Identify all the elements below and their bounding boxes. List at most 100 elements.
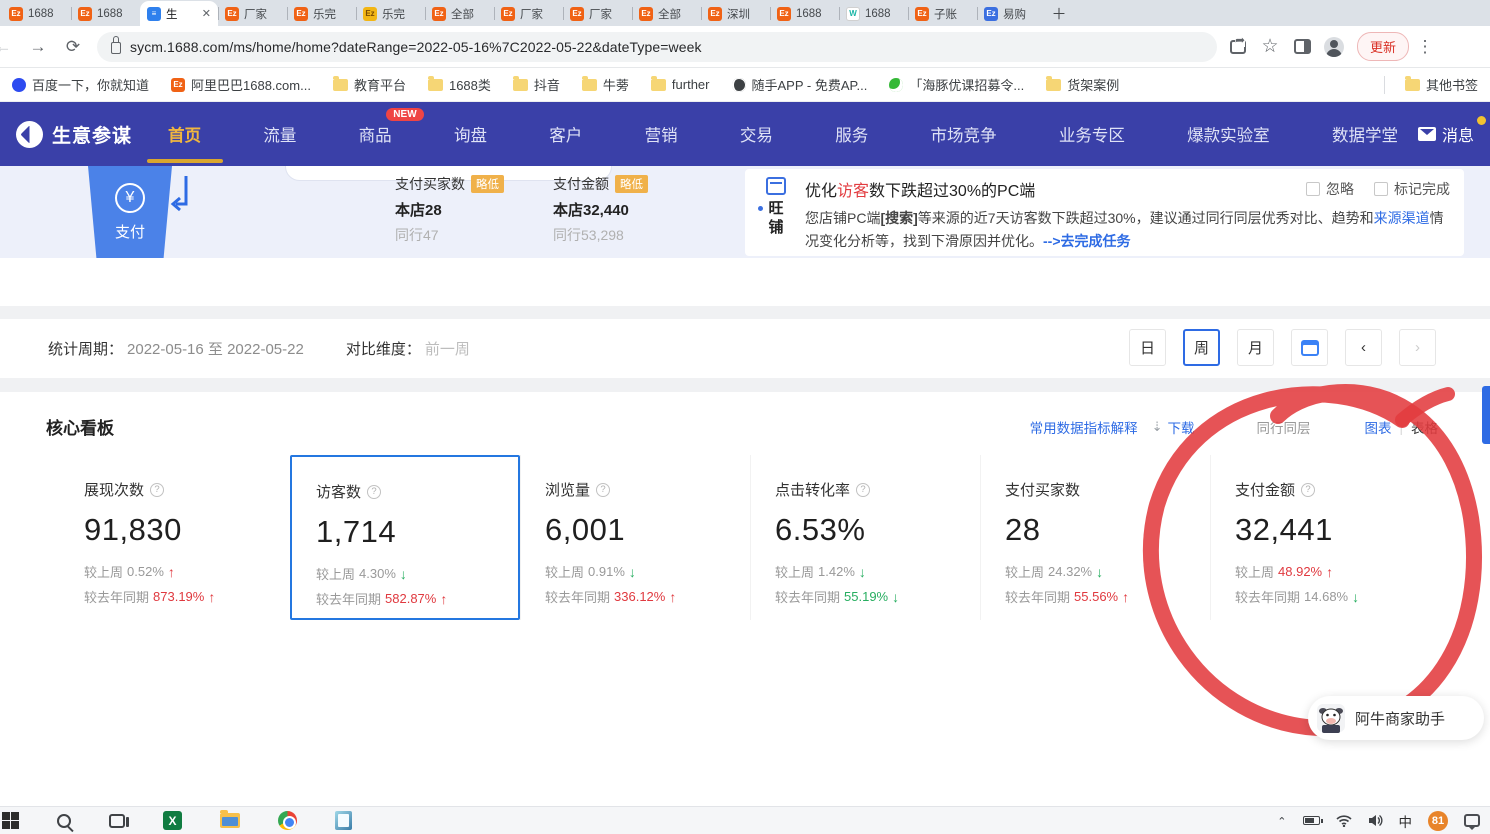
nav-item-客户[interactable]: 客户 xyxy=(547,102,584,166)
back-icon[interactable]: ← xyxy=(0,37,14,57)
nav-item-营销[interactable]: 营销 xyxy=(643,102,680,166)
kpi-card-访客数[interactable]: 访客数?1,714较上周4.30%↓较去年同期582.87%↑ xyxy=(290,455,520,620)
task-body: 您店铺PC端[搜索]等来源的近7天访客数下跌超过30%，建议通过同行同层优秀对比… xyxy=(805,207,1453,253)
browser-tab[interactable]: Ez子账 xyxy=(908,1,977,26)
help-icon[interactable]: ? xyxy=(596,483,610,497)
chart-view-toggle[interactable]: 图表 xyxy=(1364,417,1391,437)
bookmark-item[interactable]: 1688类 xyxy=(428,75,491,94)
browser-tab[interactable]: Ez深圳 xyxy=(701,1,770,26)
kpi-card-浏览量[interactable]: 浏览量?6,001较上周0.91%↓较去年同期336.12%↑ xyxy=(520,455,750,620)
profile-avatar[interactable] xyxy=(1324,37,1344,57)
browser-tab[interactable]: Ez厂家 xyxy=(218,1,287,26)
kpi-card-支付买家数[interactable]: 支付买家数28较上周24.32%↓较去年同期55.56%↑ xyxy=(980,455,1210,620)
browser-tab[interactable]: Ez乐完 xyxy=(356,1,425,26)
battery-percent-badge[interactable]: 81 xyxy=(1428,811,1448,831)
tray-expand-icon[interactable]: ⌃ xyxy=(1277,815,1286,828)
browser-tab[interactable]: ≡生✕ xyxy=(140,1,218,26)
browser-tab[interactable]: Ez厂家 xyxy=(563,1,632,26)
kpi-card-点击转化率[interactable]: 点击转化率?6.53%较上周1.42%↓较去年同期55.19%↓ xyxy=(750,455,980,620)
notepad-icon[interactable] xyxy=(335,811,352,830)
bookmark-item[interactable]: 牛蒡 xyxy=(582,75,629,94)
table-view-toggle[interactable]: 表格 xyxy=(1411,417,1438,437)
next-period-button[interactable]: › xyxy=(1399,329,1436,366)
bookmark-item[interactable]: 货架案例 xyxy=(1046,75,1119,94)
excel-icon[interactable]: X xyxy=(163,811,182,830)
help-icon[interactable]: ? xyxy=(367,485,381,499)
nav-item-流量[interactable]: 流量 xyxy=(261,102,298,166)
glossary-link[interactable]: 常用数据指标解释 xyxy=(1030,417,1138,437)
nav-item-市场竞争[interactable]: 市场竞争 xyxy=(929,102,999,166)
browser-tab[interactable]: Ez厂家 xyxy=(494,1,563,26)
bookmark-item[interactable]: Ez阿里巴巴1688.com... xyxy=(171,75,311,94)
text-segment[interactable]: -->去完成任务 xyxy=(1043,233,1131,249)
browser-tab[interactable]: Ez1688 xyxy=(71,1,140,26)
checkbox-icon[interactable] xyxy=(1306,182,1320,196)
nav-item-爆款实验室[interactable]: 爆款实验室 xyxy=(1185,102,1272,166)
mark-complete-checkbox[interactable]: 标记完成 xyxy=(1374,179,1450,199)
help-icon[interactable]: ? xyxy=(856,483,870,497)
nav-item-服务[interactable]: 服务 xyxy=(833,102,870,166)
checkbox-icon[interactable] xyxy=(1374,182,1388,196)
help-icon[interactable]: ? xyxy=(1301,483,1315,497)
menu-dots-icon[interactable]: ⋮ xyxy=(1414,37,1436,57)
share-icon[interactable] xyxy=(1230,40,1246,54)
nav-item-首页[interactable]: 首页 xyxy=(166,102,203,166)
forward-icon[interactable]: → xyxy=(27,37,49,57)
browser-update-button[interactable]: 更新 xyxy=(1357,32,1409,61)
core-board: 核心看板 常用数据指标解释 ⇣ 下载 同行同层 图表 | 表格 展现次数?91,… xyxy=(0,392,1490,806)
kpi-card-支付金额[interactable]: 支付金额?32,441较上周48.92%↑较去年同期14.68%↓ xyxy=(1210,455,1440,620)
reload-icon[interactable]: ⟳ xyxy=(62,37,84,57)
browser-tab[interactable]: Ez全部 xyxy=(425,1,494,26)
side-panel-icon[interactable] xyxy=(1294,39,1311,54)
other-bookmarks[interactable]: 其他书签 xyxy=(1405,75,1478,94)
messages-button[interactable]: 消息 xyxy=(1418,122,1474,146)
bookmark-item[interactable]: 教育平台 xyxy=(333,75,406,94)
battery-icon[interactable] xyxy=(1303,816,1320,825)
prev-period-button[interactable]: ‹ xyxy=(1345,329,1382,366)
bookmark-item[interactable]: 「海豚优课招募令... xyxy=(889,75,1024,94)
kpi-name: 访客数 xyxy=(316,481,361,502)
download-link[interactable]: 下载 xyxy=(1167,417,1194,437)
volume-icon[interactable] xyxy=(1368,814,1383,827)
file-explorer-icon[interactable] xyxy=(220,813,240,828)
calendar-button[interactable] xyxy=(1291,329,1328,366)
chrome-icon[interactable] xyxy=(278,811,297,830)
browser-tab[interactable]: Ez乐完 xyxy=(287,1,356,26)
browser-tab[interactable]: Ez1688 xyxy=(770,1,839,26)
nav-item-业务专区[interactable]: 业务专区 xyxy=(1057,102,1127,166)
new-tab-button[interactable]: ＋ xyxy=(1046,0,1072,26)
bookmark-item[interactable]: 抖音 xyxy=(513,75,560,94)
task-view-icon[interactable] xyxy=(109,814,125,828)
bookmark-item[interactable]: 百度一下，你就知道 xyxy=(12,75,149,94)
browser-tab[interactable]: Ez全部 xyxy=(632,1,701,26)
nav-item-商品[interactable]: 商品NEW xyxy=(357,102,394,166)
granularity-日[interactable]: 日 xyxy=(1129,329,1166,366)
assistant-bubble[interactable]: 阿牛商家助手 xyxy=(1308,696,1484,740)
ignore-checkbox[interactable]: 忽略 xyxy=(1306,179,1354,199)
tab-close-icon[interactable]: ✕ xyxy=(202,7,211,20)
bookmark-item[interactable]: further xyxy=(651,77,710,92)
bookmark-star-icon[interactable]: ☆ xyxy=(1259,35,1281,58)
browser-tab[interactable]: Ez易购 xyxy=(977,1,1046,26)
browser-tab[interactable]: W1688 xyxy=(839,1,908,26)
browser-tab[interactable]: Ez1688 xyxy=(2,1,71,26)
granularity-周[interactable]: 周 xyxy=(1183,329,1220,366)
granularity-月[interactable]: 月 xyxy=(1237,329,1274,366)
nav-item-交易[interactable]: 交易 xyxy=(738,102,775,166)
chat-icon[interactable] xyxy=(1464,814,1480,827)
ime-indicator[interactable]: 中 xyxy=(1399,811,1413,831)
help-icon[interactable]: ? xyxy=(150,483,164,497)
pay-tab[interactable]: ¥ 支付 xyxy=(88,166,172,258)
change-prefix: 较去年同期 xyxy=(84,587,149,606)
bookmark-item[interactable]: 随手APP - 免费AP... xyxy=(732,75,868,94)
text-segment[interactable]: 来源渠道 xyxy=(1374,210,1430,226)
kpi-card-展现次数[interactable]: 展现次数?91,830较上周0.52%↑较去年同期873.19%↑ xyxy=(60,455,290,620)
nav-item-数据学堂[interactable]: 数据学堂 xyxy=(1330,102,1400,166)
taskbar-search-icon[interactable] xyxy=(57,814,71,828)
brand[interactable]: 生意参谋 xyxy=(16,121,132,148)
side-widget-tab[interactable] xyxy=(1482,386,1490,444)
url-bar[interactable]: sycm.1688.com/ms/home/home?dateRange=202… xyxy=(97,32,1217,62)
start-button-icon[interactable] xyxy=(2,812,19,829)
nav-item-询盘[interactable]: 询盘 xyxy=(452,102,489,166)
wifi-icon[interactable] xyxy=(1336,815,1352,827)
